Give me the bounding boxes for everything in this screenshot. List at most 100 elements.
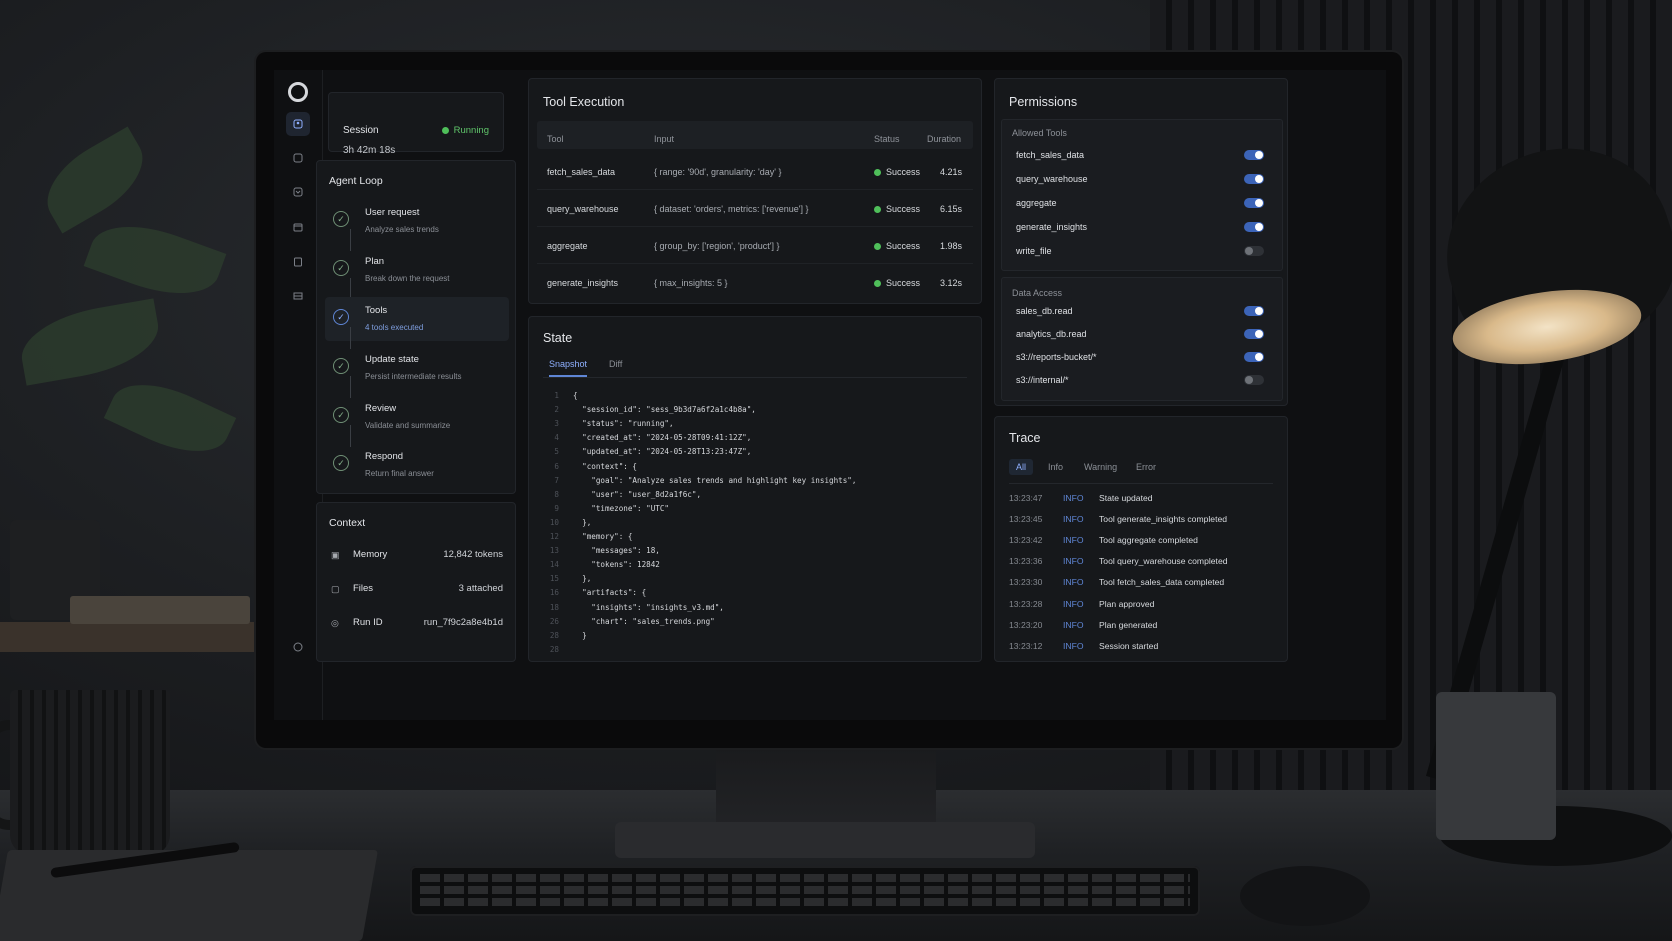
trace-entry[interactable]: 13:23:36 INFO Tool query_warehouse complet… [1009, 556, 1273, 570]
step-user-request[interactable]: ✓ User request Analyze sales trends [325, 201, 509, 245]
permission-label: analytics_db.read [1016, 329, 1087, 339]
trace-time: 13:23:42 [1009, 535, 1043, 546]
step-title: Update state [365, 354, 419, 365]
app-screen: Session Running 3h 42m 18s Agent Loop ✓ … [274, 70, 1386, 720]
tool-execution-card: Tool Execution Tool Input Status Duratio… [528, 78, 982, 304]
permission-toggle[interactable] [1244, 222, 1264, 232]
code-text: "status": "running", [573, 419, 674, 429]
trace-entry[interactable]: 13:23:42 INFO Tool aggregate completed [1009, 535, 1273, 549]
state-title: State [543, 331, 573, 345]
line-number: 6 [554, 461, 559, 471]
trace-time: 13:23:36 [1009, 556, 1043, 567]
trace-entry[interactable]: 13:23:20 INFO Plan generated [1009, 620, 1273, 634]
step-subtitle: 4 tools executed [365, 323, 424, 332]
agent-loop-title: Agent Loop [329, 175, 383, 187]
trace-message: State updated [1099, 493, 1153, 503]
line-number: 8 [554, 489, 559, 499]
code-line: 28 } [543, 631, 587, 645]
trace-entry[interactable]: 13:23:30 INFO Tool fetch_sales_data comple… [1009, 577, 1273, 591]
permission-toggle[interactable] [1244, 375, 1264, 385]
code-line: 3 "status": "running", [543, 419, 674, 433]
step-update-state[interactable]: ✓ Update state Persist intermediate resu… [325, 348, 509, 392]
trace-tab-info[interactable]: Info [1041, 459, 1070, 475]
toggle-knob [1255, 151, 1263, 159]
status-text: Success [886, 241, 921, 251]
line-number: 12 [549, 532, 559, 541]
pen-cup [1436, 692, 1556, 840]
trace-entry[interactable]: 13:23:47 INFO State updated [1009, 493, 1273, 507]
tool-status: Success [874, 167, 920, 177]
trace-tab-all[interactable]: All [1009, 459, 1034, 475]
permission-item: query_warehouse [1016, 174, 1264, 190]
context-row-files[interactable]: ▢ Files 3 attached [331, 583, 503, 599]
tool-input: { dataset: 'orders', metrics: ['revenue'… [654, 204, 809, 214]
trace-tab-warning[interactable]: Warning [1077, 459, 1124, 475]
permission-toggle[interactable] [1244, 306, 1264, 316]
mug [10, 690, 170, 855]
line-number: 14 [549, 560, 559, 570]
step-review[interactable]: ✓ Review Validate and summarize [325, 397, 509, 441]
session-status-badge: Running [441, 125, 489, 136]
code-line: 10 }, [543, 518, 591, 532]
document-icon[interactable] [286, 250, 310, 274]
line-number: 7 [554, 475, 559, 485]
chat-icon[interactable] [286, 146, 310, 170]
code-text: "memory": { [573, 532, 633, 541]
code-text: "goal": "Analyze sales trends and highli… [573, 475, 857, 485]
step-subtitle: Break down the request [365, 274, 450, 283]
row-divider [537, 189, 973, 190]
code-line: 1{ [543, 391, 578, 405]
trace-entry[interactable]: 13:23:45 INFO Tool generate_insights compl… [1009, 514, 1273, 528]
code-text: }, [573, 517, 592, 527]
trace-message: Tool fetch_sales_data completed [1099, 577, 1225, 588]
session-elapsed: 3h 42m 18s [343, 145, 396, 156]
trace-tab-error[interactable]: Error [1129, 459, 1163, 475]
code-text: "context": { [573, 461, 638, 471]
app-logo-icon[interactable] [286, 80, 310, 104]
line-number: 1 [554, 391, 559, 400]
step-title: Review [365, 403, 397, 414]
step-title: User request [365, 207, 420, 218]
agent-icon[interactable] [286, 112, 310, 136]
trace-entry[interactable]: 13:23:28 INFO Plan approved [1009, 599, 1273, 613]
file-icon: ▢ [331, 584, 340, 594]
permission-toggle[interactable] [1244, 246, 1264, 256]
context-row-run-id[interactable]: ◎ Run ID run_7f9c2a8e4b1d [331, 617, 503, 633]
trace-time: 13:23:45 [1009, 514, 1043, 525]
check-icon: ✓ [333, 455, 349, 471]
trace-entry[interactable]: 13:23:12 INFO Session started [1009, 641, 1273, 655]
tab-snapshot[interactable]: Snapshot [549, 359, 588, 377]
server-icon[interactable] [286, 284, 310, 308]
trace-time: 13:23:12 [1009, 640, 1043, 651]
allowed-tools-title: Allowed Tools [1012, 128, 1067, 138]
line-number: 9 [554, 503, 559, 513]
line-number: 5 [554, 447, 559, 457]
permission-toggle[interactable] [1244, 329, 1264, 339]
calendar-icon[interactable] [286, 215, 310, 239]
tool-name: fetch_sales_data [547, 167, 616, 177]
tabs-divider [543, 377, 967, 378]
success-dot-icon [874, 205, 881, 213]
step-plan[interactable]: ✓ Plan Break down the request [325, 250, 509, 294]
trace-message: Plan generated [1099, 619, 1158, 630]
code-text: { [573, 391, 578, 400]
trace-level: INFO [1063, 577, 1084, 588]
line-number: 28 [549, 644, 559, 654]
tool-input: { max_insights: 5 } [654, 278, 728, 288]
permission-toggle[interactable] [1244, 150, 1264, 160]
permission-item: fetch_sales_data [1016, 150, 1264, 166]
tools-icon[interactable] [286, 180, 310, 204]
permission-toggle[interactable] [1244, 198, 1264, 208]
trace-divider [1009, 483, 1273, 484]
code-text: "created_at": "2024-05-28T09:41:12Z", [573, 433, 752, 443]
code-line: 8 "user": "user_8d2a1f6c", [543, 490, 701, 504]
permission-toggle[interactable] [1244, 352, 1264, 362]
step-tools[interactable]: ✓ Tools 4 tools executed [325, 297, 509, 341]
permission-toggle[interactable] [1244, 174, 1264, 184]
step-subtitle: Validate and summarize [365, 421, 451, 430]
help-icon[interactable] [286, 635, 310, 659]
tab-diff[interactable]: Diff [609, 359, 622, 375]
success-dot-icon [874, 242, 881, 250]
step-respond[interactable]: ✓ Respond Return final answer [325, 445, 509, 489]
permissions-card: Permissions Allowed Tools fetch_sales_da… [994, 78, 1288, 406]
